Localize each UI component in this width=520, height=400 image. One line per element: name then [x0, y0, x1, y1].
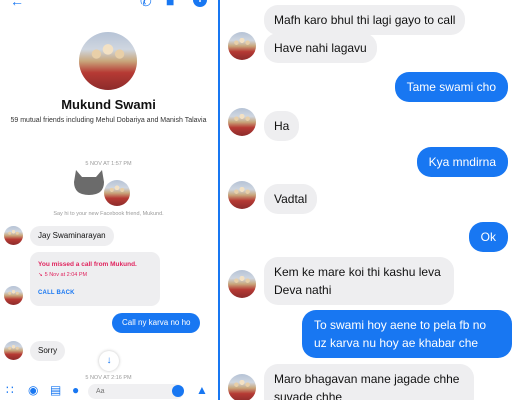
message-bubble: Kya mndirna: [416, 147, 508, 177]
info-icon[interactable]: i: [193, 0, 207, 7]
profile-name: Mukund Swami: [61, 97, 156, 112]
phone-icon[interactable]: ✆: [140, 0, 152, 10]
missed-call-card: You missed a call from Mukund. ↘ 5 Nov at…: [30, 252, 160, 306]
camera-icon[interactable]: ◉: [28, 383, 38, 397]
message-bubble: Ha: [264, 111, 300, 141]
microphone-icon[interactable]: ●: [72, 383, 79, 397]
avatar: [4, 341, 23, 360]
emoji-icon[interactable]: [172, 385, 184, 397]
avatar: [4, 286, 23, 305]
message-bubble: Kem ke mare koi thi kashu leva Deva nath…: [264, 257, 454, 305]
message-bubble: Mafh karo bhul thi lagi gayo to call: [264, 5, 466, 35]
message-bubble: Sorry: [30, 341, 66, 361]
message-composer: ∷ ◉ ▤ ● ▲: [0, 380, 217, 400]
scroll-down-button[interactable]: ↓: [99, 351, 119, 371]
arrow-down-icon: ↓: [106, 355, 112, 366]
thumbs-up-icon[interactable]: ▲: [196, 383, 208, 397]
missed-call-arrow-icon: ↘: [38, 272, 43, 278]
avatar: [4, 226, 23, 245]
message-bubble: Ok: [468, 222, 508, 252]
avatar: [228, 374, 256, 400]
avatar: [228, 32, 256, 60]
avatar: [228, 108, 256, 136]
message-bubble: Maro bhagavan mane jagade chhe suvade ch…: [264, 364, 474, 400]
back-arrow-icon[interactable]: ←: [10, 0, 24, 9]
call-back-button[interactable]: CALL BACK: [38, 290, 75, 296]
say-hi-text: Say hi to your new Facebook friend, Muku…: [53, 211, 164, 217]
message-bubble: Call ny karva no ho: [112, 313, 201, 333]
message-input[interactable]: [88, 384, 184, 399]
apps-icon[interactable]: ∷: [6, 383, 14, 397]
missed-call-time: ↘ 5 Nov at 2:04 PM: [38, 272, 88, 278]
message-bubble: Have nahi lagavu: [264, 33, 377, 63]
message-bubble: Tame swami cho: [394, 72, 508, 102]
avatar: [228, 270, 256, 298]
mutual-friends-text: 59 mutual friends including Mehul Dobari…: [10, 117, 207, 124]
avatar: [104, 180, 130, 206]
missed-call-title: You missed a call from Mukund.: [38, 261, 137, 268]
profile-avatar[interactable]: [79, 32, 137, 90]
video-icon[interactable]: ■: [166, 0, 174, 9]
right-conversation-panel: Mafh karo bhul thi lagi gayo to call Hav…: [220, 0, 520, 400]
timestamp: 5 NOV AT 1:57 PM: [85, 161, 132, 167]
message-bubble: Vadtal: [264, 184, 318, 214]
message-bubble: Jay Swaminarayan: [30, 226, 114, 246]
avatar: [228, 181, 256, 209]
photo-icon[interactable]: ▤: [50, 383, 61, 397]
left-conversation-panel: ← ✆ ■ i Mukund Swami 59 mutual friends i…: [0, 0, 217, 400]
cat-sticker: [74, 170, 104, 195]
message-bubble: To swami hoy aene to pela fb no uz karva…: [302, 310, 512, 358]
top-toolbar: ← ✆ ■ i: [0, 0, 217, 10]
